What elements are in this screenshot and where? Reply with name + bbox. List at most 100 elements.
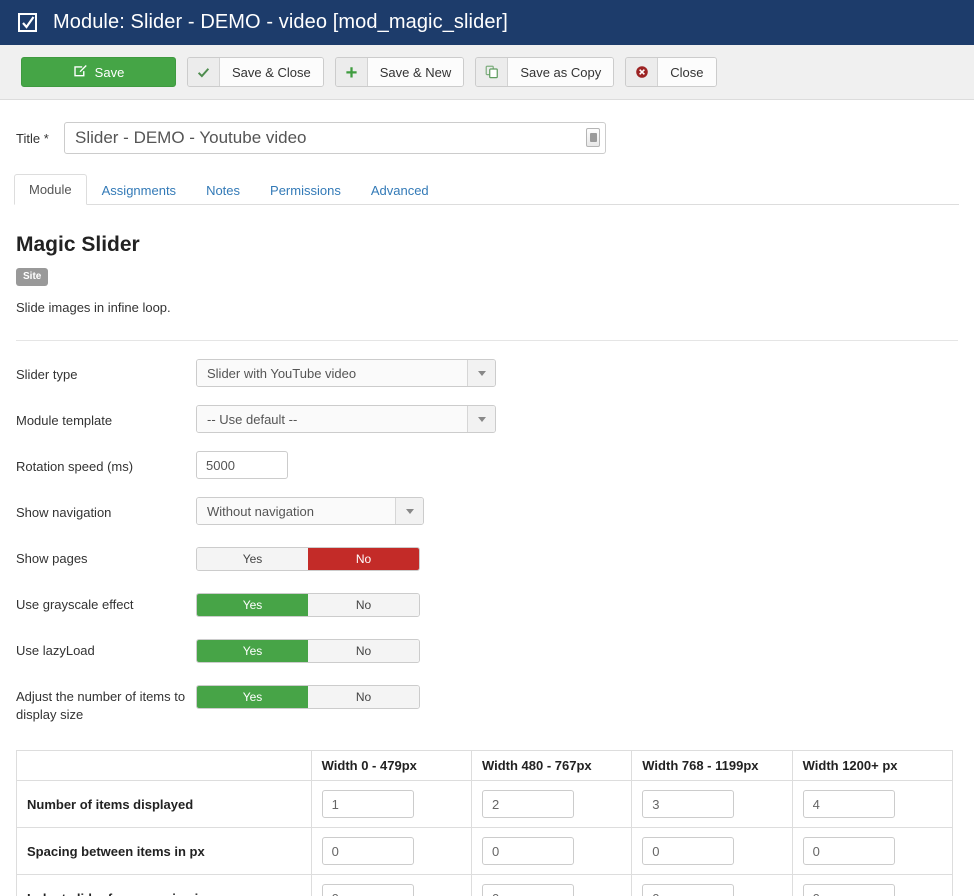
tab-advanced[interactable]: Advanced bbox=[356, 175, 444, 205]
slider-type-label: Slider type bbox=[16, 367, 78, 382]
module-template-value: -- Use default -- bbox=[197, 406, 467, 432]
column-header-w0: Width 0 - 479px bbox=[310, 750, 472, 781]
slider-type-value: Slider with YouTube video bbox=[197, 360, 467, 386]
lazyload-no[interactable]: No bbox=[308, 640, 419, 662]
field-rotation-speed: Rotation speed (ms) bbox=[16, 451, 974, 497]
module-template-select[interactable]: -- Use default -- bbox=[196, 405, 496, 433]
title-field-label: Title * bbox=[16, 130, 49, 146]
tab-permissions[interactable]: Permissions bbox=[255, 175, 356, 205]
copy-icon bbox=[476, 58, 509, 86]
module-description: Slide images in infine loop. bbox=[16, 300, 171, 315]
spacing-w1200-input[interactable] bbox=[802, 837, 895, 865]
field-slider-type: Slider type Slider with YouTube video bbox=[16, 359, 974, 405]
cell-indent-w1200 bbox=[791, 874, 954, 896]
show-pages-yes[interactable]: Yes bbox=[197, 548, 308, 570]
edit-pencil-icon bbox=[73, 64, 87, 81]
grayscale-label: Use grayscale effect bbox=[16, 597, 134, 612]
field-show-navigation: Show navigation Without navigation bbox=[16, 497, 974, 543]
field-module-template: Module template -- Use default -- bbox=[16, 405, 974, 451]
spacing-w480-input[interactable] bbox=[481, 837, 574, 865]
column-header-w1200: Width 1200+ px bbox=[791, 750, 954, 781]
cell-items-w0 bbox=[310, 780, 472, 828]
module-header: Magic Slider Site Slide images in infine… bbox=[16, 233, 974, 315]
section-divider bbox=[16, 340, 958, 341]
field-grayscale: Use grayscale effect Yes No bbox=[16, 589, 974, 635]
items-w0-input[interactable] bbox=[321, 790, 414, 818]
items-w480-input[interactable] bbox=[481, 790, 574, 818]
cell-indent-w0 bbox=[310, 874, 472, 896]
chevron-down-icon bbox=[395, 498, 423, 524]
save-as-copy-label: Save as Copy bbox=[508, 58, 614, 86]
show-navigation-value: Without navigation bbox=[197, 498, 395, 524]
chevron-down-icon bbox=[467, 360, 495, 386]
module-name: Magic Slider bbox=[16, 233, 140, 256]
lazyload-yes[interactable]: Yes bbox=[197, 640, 308, 662]
show-pages-no[interactable]: No bbox=[308, 548, 419, 570]
save-button[interactable]: Save bbox=[21, 57, 176, 87]
adjust-items-toggle[interactable]: Yes No bbox=[196, 685, 420, 709]
indent-w768-input[interactable] bbox=[642, 884, 735, 896]
spacing-w0-input[interactable] bbox=[321, 837, 414, 865]
tab-module[interactable]: Module bbox=[14, 174, 87, 205]
show-pages-toggle[interactable]: Yes No bbox=[196, 547, 420, 571]
rotation-speed-input[interactable] bbox=[196, 451, 288, 479]
grayscale-toggle[interactable]: Yes No bbox=[196, 593, 420, 617]
cell-indent-w480 bbox=[470, 874, 633, 896]
window-titlebar: Module: Slider - DEMO - video [mod_magic… bbox=[0, 0, 974, 45]
adjust-items-no[interactable]: No bbox=[308, 686, 419, 708]
grayscale-yes[interactable]: Yes bbox=[197, 594, 308, 616]
responsive-settings-table: Width 0 - 479px Width 480 - 767px Width … bbox=[16, 750, 954, 896]
title-input-wrapper bbox=[64, 122, 606, 154]
close-button[interactable]: Close bbox=[625, 57, 717, 87]
tab-assignments[interactable]: Assignments bbox=[87, 175, 191, 205]
checkbox-checked-icon bbox=[18, 13, 37, 32]
table-row: Indent slider from margins in px bbox=[16, 874, 954, 896]
check-icon bbox=[188, 58, 220, 86]
field-show-pages: Show pages Yes No bbox=[16, 543, 974, 589]
field-lazyload: Use lazyLoad Yes No bbox=[16, 635, 974, 681]
save-and-new-button[interactable]: Save & New bbox=[334, 57, 465, 87]
close-circle-icon bbox=[626, 58, 659, 86]
cell-items-w768 bbox=[631, 780, 793, 828]
cell-spacing-w480 bbox=[470, 827, 633, 875]
spacing-w768-input[interactable] bbox=[642, 837, 735, 865]
close-button-label: Close bbox=[658, 58, 716, 86]
title-input[interactable] bbox=[64, 122, 606, 154]
cell-items-w480 bbox=[470, 780, 633, 828]
row-label-indent: Indent slider from margins in px bbox=[16, 874, 312, 896]
row-label-spacing: Spacing between items in px bbox=[16, 827, 312, 875]
cell-spacing-w768 bbox=[631, 827, 793, 875]
indent-w480-input[interactable] bbox=[481, 884, 574, 896]
lazyload-label: Use lazyLoad bbox=[16, 643, 95, 658]
grayscale-no[interactable]: No bbox=[308, 594, 419, 616]
save-as-copy-button[interactable]: Save as Copy bbox=[475, 57, 615, 87]
module-edit-page: Module: Slider - DEMO - video [mod_magic… bbox=[0, 0, 974, 896]
indent-w1200-input[interactable] bbox=[802, 884, 895, 896]
title-field-row: Title * bbox=[16, 122, 974, 154]
tab-notes[interactable]: Notes bbox=[191, 175, 255, 205]
adjust-items-yes[interactable]: Yes bbox=[197, 686, 308, 708]
column-header-w480: Width 480 - 767px bbox=[470, 750, 633, 781]
field-adjust-items: Adjust the number of items to display si… bbox=[16, 681, 974, 727]
show-navigation-label: Show navigation bbox=[16, 505, 112, 520]
indent-w0-input[interactable] bbox=[321, 884, 414, 896]
status-badge: Site bbox=[16, 268, 49, 286]
editor-toggle-icon[interactable] bbox=[586, 128, 600, 147]
save-as-new-label: Save & New bbox=[367, 58, 464, 86]
items-w1200-input[interactable] bbox=[802, 790, 895, 818]
column-header-blank bbox=[16, 750, 312, 781]
save-and-close-label: Save & Close bbox=[220, 58, 323, 86]
row-label-items: Number of items displayed bbox=[16, 780, 312, 828]
items-w768-input[interactable] bbox=[642, 790, 735, 818]
plus-icon bbox=[335, 58, 368, 86]
show-navigation-select[interactable]: Without navigation bbox=[196, 497, 424, 525]
lazyload-toggle[interactable]: Yes No bbox=[196, 639, 420, 663]
module-template-label: Module template bbox=[16, 413, 113, 428]
save-and-close-button[interactable]: Save & Close bbox=[187, 57, 324, 87]
cell-indent-w768 bbox=[631, 874, 793, 896]
tab-bar: Module Assignments Notes Permissions Adv… bbox=[14, 174, 959, 205]
save-button-label: Save bbox=[94, 64, 125, 80]
cell-spacing-w1200 bbox=[791, 827, 954, 875]
module-settings-form: Slider type Slider with YouTube video Mo… bbox=[0, 359, 974, 727]
slider-type-select[interactable]: Slider with YouTube video bbox=[196, 359, 496, 387]
